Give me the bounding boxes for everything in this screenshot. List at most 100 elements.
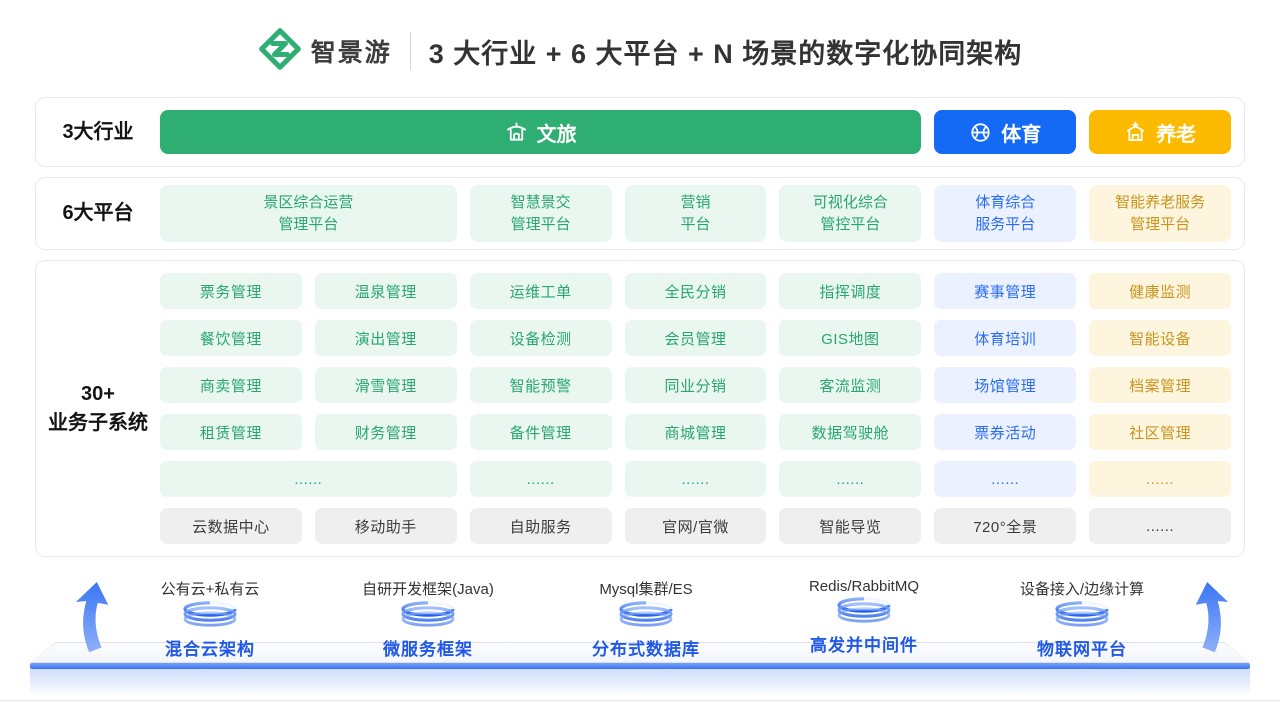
infra-item-name: 微服务框架 xyxy=(383,635,473,660)
subsystem-cell: 智能导览 xyxy=(779,508,921,544)
industries-grid: 文旅 体育 养老 xyxy=(160,110,1231,154)
subsystems-card: 30+ 业务子系统 票务管理温泉管理运维工单全民分销指挥调度赛事管理健康监测餐饮… xyxy=(35,260,1245,557)
industry-button-1: 文旅 xyxy=(160,110,921,154)
subsystem-cell: 场馆管理 xyxy=(934,367,1076,403)
subsystems-grid: 票务管理温泉管理运维工单全民分销指挥调度赛事管理健康监测餐饮管理演出管理设备检测… xyxy=(160,273,1231,544)
subsystem-cell: 财务管理 xyxy=(315,414,457,450)
industry-button-2: 体育 xyxy=(934,110,1076,154)
subsystem-cell: 移动助手 xyxy=(315,508,457,544)
disc-stack-icon xyxy=(834,596,894,630)
industry-button-label: 养老 xyxy=(1156,118,1196,147)
subsystem-cell: 智能设备 xyxy=(1089,320,1231,356)
platform-box-line: 体育综合 xyxy=(975,192,1035,214)
subsystem-cell: 全民分销 xyxy=(625,273,767,309)
infra-item-2: 自研开发框架(Java) 微服务框架 xyxy=(353,578,503,660)
interlocked-diamond-logo-icon xyxy=(258,27,302,76)
platform-box-line: 智能养老服务 xyxy=(1115,192,1205,214)
subsystem-cell: 社区管理 xyxy=(1089,414,1231,450)
platforms-label: 6大平台 xyxy=(36,199,160,228)
subsystem-cell: 票务管理 xyxy=(160,273,302,309)
subsystem-cell: 云数据中心 xyxy=(160,508,302,544)
bottom-rule xyxy=(0,700,1280,701)
platform-slab-edge xyxy=(30,663,1250,669)
subsystem-cell: 健康监测 xyxy=(1089,273,1231,309)
disc-stack-icon xyxy=(1052,600,1112,634)
subsystem-cell: 设备检测 xyxy=(470,320,612,356)
platform-box-line: 可视化综合 xyxy=(813,192,888,214)
platform-box-1: 景区综合运营管理平台 xyxy=(160,185,457,242)
platform-box-line: 营销 xyxy=(680,192,710,214)
subsystem-cell: ...... xyxy=(779,461,921,497)
subsystem-cell: ...... xyxy=(160,461,457,497)
nursing-home-icon xyxy=(1124,121,1147,144)
subsystem-cell: 赛事管理 xyxy=(934,273,1076,309)
subsystems-label-text: 业务子系统 xyxy=(36,409,160,438)
header-divider xyxy=(410,32,411,70)
subsystem-cell: 智能预警 xyxy=(470,367,612,403)
subsystem-cell: 运维工单 xyxy=(470,273,612,309)
platform-box-line: 管控平台 xyxy=(820,214,880,236)
platform-box-line: 服务平台 xyxy=(975,214,1035,236)
infra-item-1: 公有云+私有云混合云架构 xyxy=(135,578,285,660)
subsystem-cell: 商卖管理 xyxy=(160,367,302,403)
brand-name: 智景游 xyxy=(311,33,392,69)
subsystem-cell: 档案管理 xyxy=(1089,367,1231,403)
page-title: 3 大行业 + 6 大平台 + N 场景的数字化协同架构 xyxy=(429,32,1023,71)
subsystem-cell: 会员管理 xyxy=(625,320,767,356)
platform-slab-glow xyxy=(30,669,1250,696)
pavilion-icon xyxy=(505,121,528,144)
industries-label: 3大行业 xyxy=(36,118,160,147)
subsystem-cell: 自助服务 xyxy=(470,508,612,544)
up-arrow-icon xyxy=(73,582,113,658)
disc-stack-icon xyxy=(180,600,240,634)
subsystem-cell: ...... xyxy=(625,461,767,497)
infra-item-name: 物联网平台 xyxy=(1037,635,1127,660)
platform-box-2: 智慧景交管理平台 xyxy=(470,185,612,242)
platform-box-5: 体育综合服务平台 xyxy=(934,185,1076,242)
platforms-card: 6大平台 景区综合运营管理平台智慧景交管理平台营销平台可视化综合管控平台体育综合… xyxy=(35,177,1245,250)
infra-item-4: Redis/RabbitMQ 高发并中间件 xyxy=(789,578,939,660)
platform-box-line: 管理平台 xyxy=(1130,214,1190,236)
infra-item-tech: 设备接入/边缘计算 xyxy=(1020,578,1144,599)
subsystem-cell: 体育培训 xyxy=(934,320,1076,356)
subsystem-cell: 同业分销 xyxy=(625,367,767,403)
infra-item-5: 设备接入/边缘计算物联网平台 xyxy=(1007,578,1157,660)
subsystem-cell: 餐饮管理 xyxy=(160,320,302,356)
brand: 智景游 xyxy=(258,27,392,76)
industry-button-3: 养老 xyxy=(1089,110,1231,154)
subsystem-cell: 指挥调度 xyxy=(779,273,921,309)
subsystem-cell: ...... xyxy=(1089,461,1231,497)
infra-item-tech: Mysql集群/ES xyxy=(599,578,692,599)
infrastructure-section: 公有云+私有云混合云架构 自研开发框架(Java) 微服务框架 Mysql集群/ES分… xyxy=(35,566,1245,700)
disc-stack-icon xyxy=(616,600,676,634)
platform-box-line: 景区综合运营 xyxy=(263,192,353,214)
subsystem-cell: 票券活动 xyxy=(934,414,1076,450)
subsystem-cell: 租赁管理 xyxy=(160,414,302,450)
industry-button-label: 体育 xyxy=(1001,118,1041,147)
architecture-diagram-page: 智景游 3 大行业 + 6 大平台 + N 场景的数字化协同架构 3大行业 文旅… xyxy=(0,0,1280,720)
subsystem-cell: 温泉管理 xyxy=(315,273,457,309)
disc-stack-icon xyxy=(398,600,458,634)
subsystem-cell: 商城管理 xyxy=(625,414,767,450)
infra-item-3: Mysql集群/ES分布式数据库 xyxy=(571,578,721,660)
subsystem-cell: 720°全景 xyxy=(934,508,1076,544)
infrastructure-items: 公有云+私有云混合云架构 自研开发框架(Java) 微服务框架 Mysql集群/ES分… xyxy=(135,578,1157,660)
platform-box-6: 智能养老服务管理平台 xyxy=(1089,185,1231,242)
platform-box-4: 可视化综合管控平台 xyxy=(779,185,921,242)
platform-box-line: 智慧景交 xyxy=(511,192,571,214)
infra-item-name: 高发并中间件 xyxy=(810,631,918,656)
infra-item-tech: Redis/RabbitMQ xyxy=(809,578,919,595)
industry-button-label: 文旅 xyxy=(537,118,577,147)
subsystem-cell: ...... xyxy=(1089,508,1231,544)
infra-item-tech: 公有云+私有云 xyxy=(161,578,260,599)
basketball-icon xyxy=(969,121,992,144)
subsystem-cell: 数据驾驶舱 xyxy=(779,414,921,450)
infra-item-name: 混合云架构 xyxy=(165,635,255,660)
up-arrow-icon xyxy=(1191,582,1231,658)
platform-box-line: 平台 xyxy=(680,214,710,236)
infra-item-tech: 自研开发框架(Java) xyxy=(362,578,494,599)
industries-card: 3大行业 文旅 体育 养老 xyxy=(35,97,1245,167)
platform-box-line: 管理平台 xyxy=(278,214,338,236)
platform-box-3: 营销平台 xyxy=(625,185,767,242)
subsystem-cell: ...... xyxy=(470,461,612,497)
